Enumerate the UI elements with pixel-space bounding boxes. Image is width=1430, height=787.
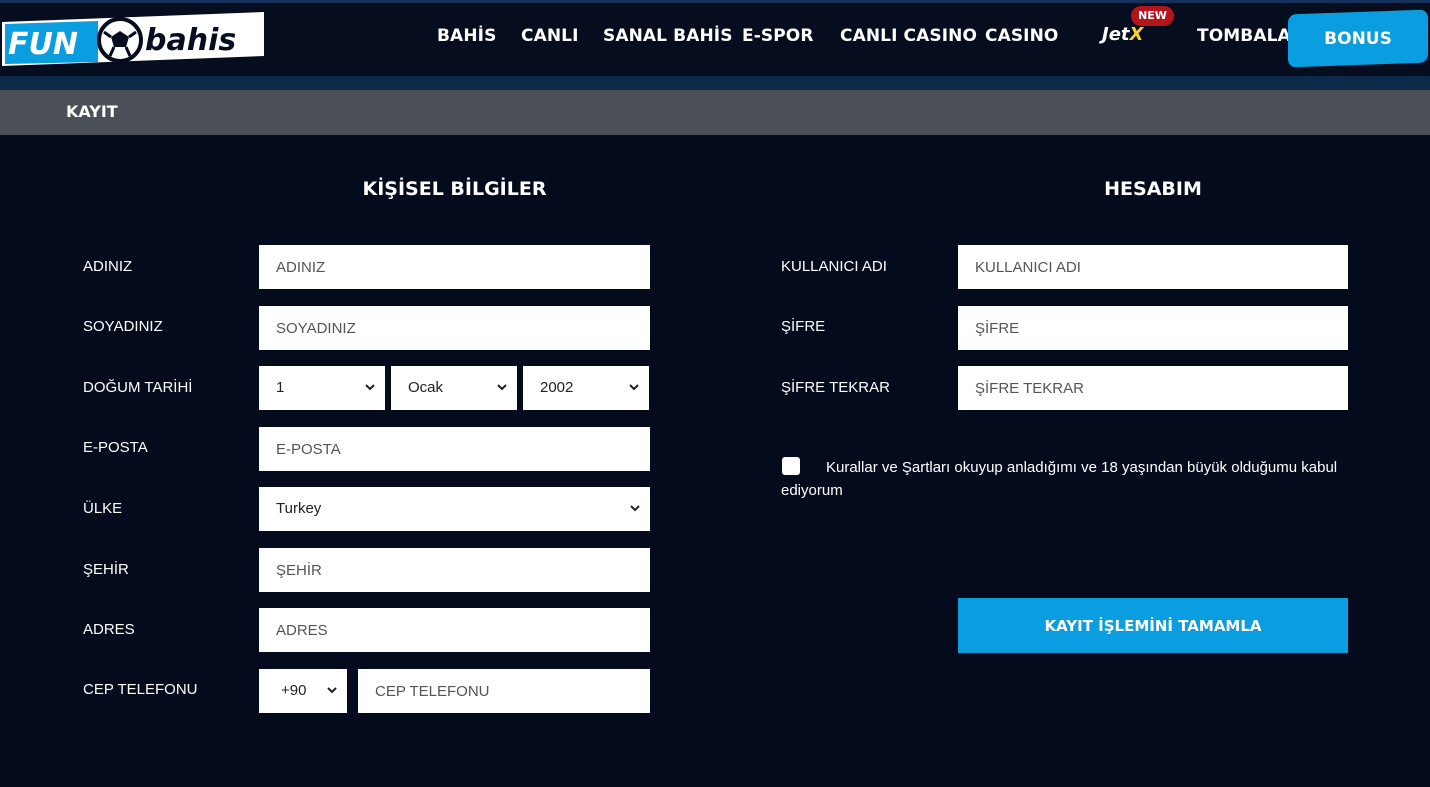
last-name-label: SOYADINIZ (83, 318, 163, 335)
address-input[interactable] (259, 608, 650, 652)
submit-registration-button[interactable]: KAYIT İŞLEMİNİ TAMAMLA (958, 598, 1348, 653)
chevron-down-icon (497, 384, 507, 391)
funbahis-logo[interactable]: FUN bahis (2, 12, 264, 66)
birth-date-label: DOĞUM TARİHİ (83, 379, 193, 396)
password-repeat-label: ŞİFRE TEKRAR (781, 379, 890, 396)
nav-canli-casino[interactable]: CANLI CASINO (840, 26, 977, 46)
page-title: KAYIT (66, 102, 118, 121)
terms-checkbox[interactable] (782, 457, 800, 475)
nav-tombala[interactable]: TOMBALA (1197, 26, 1291, 46)
chevron-down-icon (629, 384, 639, 391)
nav-jetx[interactable]: JetX (1102, 24, 1143, 45)
country-code-value: +90 (281, 682, 307, 699)
birth-year-select[interactable]: 2002 (523, 366, 649, 410)
username-label: KULLANICI ADI (781, 258, 887, 275)
country-select[interactable]: Turkey (259, 487, 650, 531)
chevron-down-icon (365, 384, 375, 391)
page-title-bar: KAYIT (0, 90, 1430, 135)
mobile-label: CEP TELEFONU (83, 681, 198, 698)
jetx-label-main: Jet (1102, 24, 1130, 45)
new-badge: NEW (1131, 6, 1174, 26)
nav-casino[interactable]: CASINO (985, 26, 1058, 46)
username-input[interactable] (958, 245, 1348, 289)
nav-sanal-bahis[interactable]: SANAL BAHİS (603, 26, 733, 46)
country-code-select[interactable]: +90 (259, 669, 347, 713)
svg-text:bahis: bahis (145, 23, 236, 58)
email-input[interactable] (259, 427, 650, 471)
city-input[interactable] (259, 548, 650, 592)
nav-bahis[interactable]: BAHİS (437, 26, 496, 46)
first-name-label: ADINIZ (83, 258, 133, 275)
jetx-label-accent: X (1129, 24, 1144, 45)
terms-text: Kurallar ve Şartları okuyup anladığımı v… (781, 459, 1338, 499)
personal-info-title: KİŞİSEL BİLGİLER (362, 178, 547, 200)
first-name-input[interactable] (259, 245, 650, 289)
birth-year-value: 2002 (540, 379, 574, 396)
password-label: ŞİFRE (781, 318, 826, 335)
address-label: ADRES (83, 621, 135, 638)
birth-month-value: Ocak (408, 379, 444, 396)
birth-month-select[interactable]: Ocak (391, 366, 517, 410)
nav-canli[interactable]: CANLI (521, 26, 579, 46)
chevron-down-icon (327, 687, 337, 694)
account-title: HESABIM (1104, 178, 1202, 200)
email-label: E-POSTA (83, 439, 148, 456)
last-name-input[interactable] (259, 306, 650, 350)
country-value: Turkey (276, 500, 322, 517)
bonus-button[interactable]: BONUS (1288, 9, 1428, 68)
mobile-input[interactable] (358, 669, 650, 713)
birth-day-select[interactable]: 1 (259, 366, 385, 410)
navbar-underline (0, 76, 1430, 90)
chevron-down-icon (630, 505, 640, 512)
password-input[interactable] (958, 306, 1348, 350)
password-repeat-input[interactable] (958, 366, 1348, 410)
bonus-label: BONUS (1324, 28, 1392, 49)
birth-day-value: 1 (276, 379, 285, 396)
country-label: ÜLKE (83, 500, 123, 517)
svg-text:FUN: FUN (8, 27, 78, 62)
nav-e-spor[interactable]: E-SPOR (742, 26, 814, 46)
city-label: ŞEHİR (83, 561, 129, 578)
